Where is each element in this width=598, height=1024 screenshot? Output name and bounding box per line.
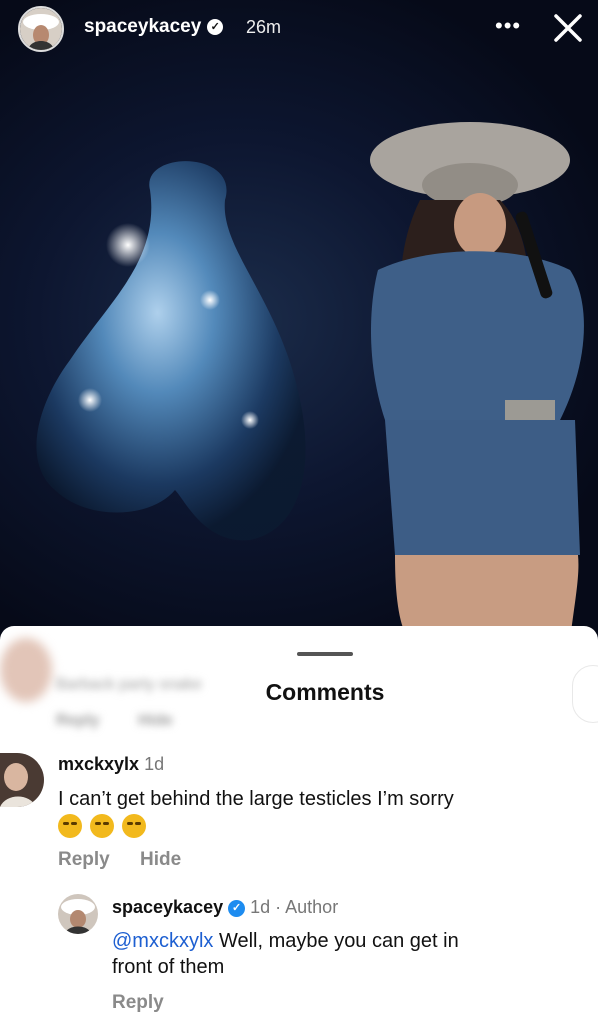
story-image — [0, 0, 598, 640]
reply-username-text: spaceykacey — [112, 897, 224, 917]
reply-username[interactable]: spaceykacey ✓ 1d · Author — [112, 897, 338, 918]
comment-text: I can’t get behind the large testicles I… — [58, 788, 454, 810]
verified-icon: ✓ — [207, 18, 224, 35]
hide-button[interactable]: Hide — [140, 849, 181, 871]
avatar[interactable] — [58, 894, 98, 934]
story-time: 26m — [246, 17, 282, 37]
reply-button[interactable]: Reply — [112, 992, 164, 1014]
blurred-comment-text: Barback party snake — [56, 676, 202, 693]
reply-button[interactable]: Reply — [58, 849, 110, 871]
avatar[interactable] — [18, 6, 64, 52]
story-photo — [36, 122, 584, 640]
blurred-avatar — [0, 638, 52, 702]
close-icon[interactable] — [546, 6, 590, 50]
story-username[interactable]: spaceykacey ✓ — [84, 16, 224, 38]
more-options-icon[interactable]: ••• — [495, 13, 521, 39]
verified-icon: ✓ — [228, 899, 246, 917]
comment-username[interactable]: mxckxylx 1d — [58, 754, 164, 775]
crying-face-icon — [58, 814, 82, 838]
side-handle[interactable] — [572, 665, 598, 723]
comment-username-text: mxckxylx — [58, 754, 140, 774]
mention-link[interactable]: @mxckxylx — [112, 930, 213, 952]
reply-text: @mxckxylx Well, maybe you can get in fro… — [112, 928, 459, 980]
crying-face-icon — [90, 814, 114, 838]
sheet-drag-handle[interactable] — [297, 652, 353, 656]
reply-text-line2: front of them — [112, 956, 225, 978]
reply-text-line1: Well, maybe you can get in — [213, 930, 459, 952]
comment-time: 1d — [144, 754, 165, 774]
comment-emojis — [58, 814, 154, 843]
crying-face-icon — [122, 814, 146, 838]
story-header: spaceykacey ✓ 26m ••• — [0, 0, 598, 60]
username-text: spaceykacey — [84, 16, 202, 37]
blurred-hide-button[interactable]: Hide — [138, 712, 173, 730]
blurred-reply-button[interactable]: Reply — [56, 712, 100, 730]
reply-meta: 1d · Author — [250, 897, 339, 917]
